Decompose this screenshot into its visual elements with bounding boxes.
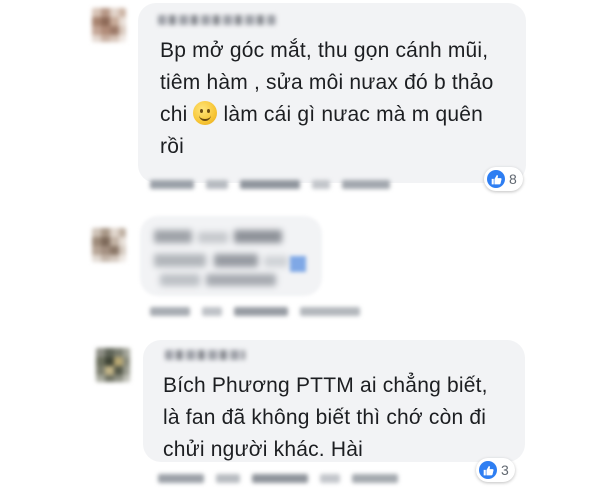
comment-text: Bích Phương PTTM ai chẳng biết, là fan đ… xyxy=(163,370,488,466)
comment-text: Bp mở góc mắt, thu gọn cánh mũi, tiêm hà… xyxy=(160,35,494,163)
comment-line-segment: làm cái gì nưac mà m quên xyxy=(223,103,483,126)
slightly-smiling-face-icon xyxy=(193,101,218,125)
blue-square-icon xyxy=(290,256,306,272)
avatar[interactable] xyxy=(96,348,130,382)
comment-line: Bích Phương PTTM ai chẳng biết, xyxy=(163,374,488,397)
avatar[interactable] xyxy=(92,228,126,262)
like-icon xyxy=(479,461,497,479)
comment-bubble-blurred xyxy=(140,216,322,296)
author-name-blurred[interactable] xyxy=(165,350,245,360)
comment-line: Bp mở góc mắt, thu gọn cánh mũi, xyxy=(160,39,489,62)
avatar[interactable] xyxy=(92,8,126,42)
comment-bubble: Bích Phương PTTM ai chẳng biết, là fan đ… xyxy=(143,340,525,462)
comment-actions-blurred[interactable] xyxy=(150,180,390,189)
comment-line-segment: chi xyxy=(160,103,188,126)
comment-actions-blurred[interactable] xyxy=(158,474,398,483)
comment-bubble: Bp mở góc mắt, thu gọn cánh mũi, tiêm hà… xyxy=(138,3,526,183)
comment-line: là fan đã không biết thì chớ còn đi xyxy=(163,406,487,429)
comment-line: rồi xyxy=(160,135,184,158)
comment-line: chửi người khác. Hài xyxy=(163,438,363,461)
comment-line: chi làm cái gì nưac mà m quên xyxy=(160,99,494,131)
reaction-badge[interactable]: 3 xyxy=(476,458,515,482)
reaction-count: 3 xyxy=(501,462,509,478)
author-name-blurred[interactable] xyxy=(158,15,276,25)
reaction-badge[interactable]: 8 xyxy=(484,167,523,191)
like-icon xyxy=(487,170,505,188)
comment-actions-blurred[interactable] xyxy=(150,307,360,316)
comment-line: tiêm hàm , sửa môi nưax đó b thảo xyxy=(160,71,494,94)
reaction-count: 8 xyxy=(509,171,517,187)
